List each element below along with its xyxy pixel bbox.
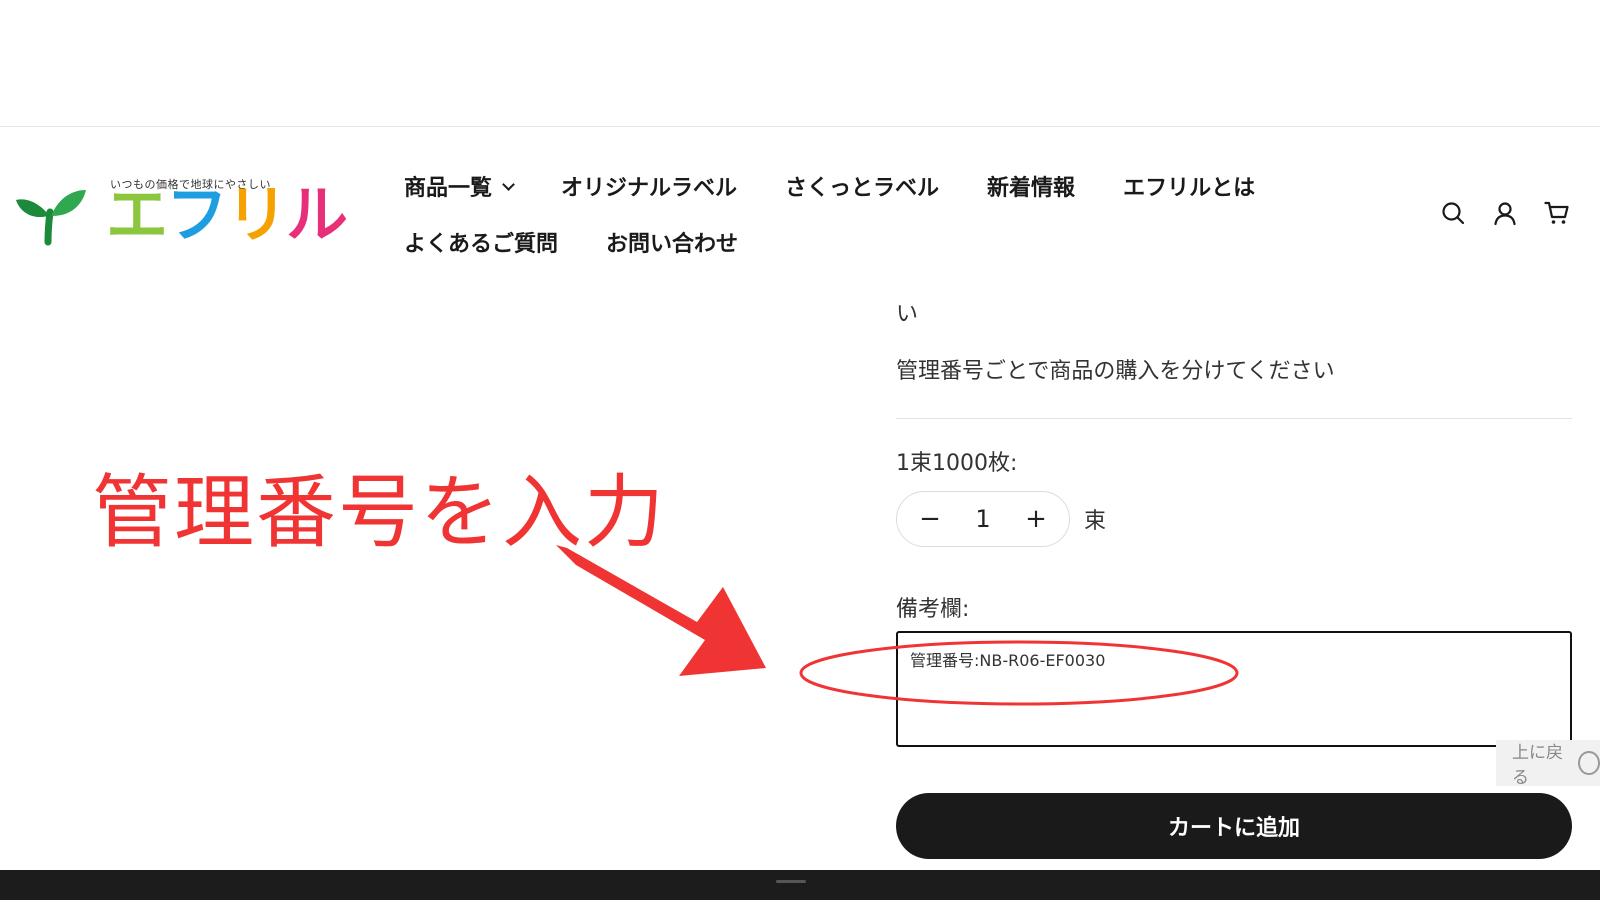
nav-row-2: よくあるご質問 お問い合わせ [404, 218, 1304, 266]
header-icons [1440, 200, 1570, 226]
annotation-text: 管理番号を入力 [92, 466, 666, 559]
annotation-arrow [556, 545, 766, 676]
quantity-increase-button[interactable]: + [1021, 504, 1051, 534]
nav-item-news[interactable]: 新着情報 [987, 170, 1075, 202]
product-purchase-panel: い 管理番号ごとで商品の購入を分けてください 1束1000枚: − 1 + 束 … [896, 296, 1572, 859]
memo-label: 備考欄: [896, 597, 970, 622]
quantity-label: 1束1000枚: [896, 451, 1018, 476]
nav-item-original-label[interactable]: オリジナルラベル [561, 170, 737, 202]
quantity-unit: 束 [1084, 509, 1107, 534]
logo-wordmark: エフリル [106, 178, 348, 252]
nav-item-products-label: 商品一覧 [404, 176, 493, 201]
description-fragment: い [896, 302, 919, 327]
main-nav: 商品一覧 オリジナルラベル さくっとラベル 新着情報 エフリルとは よくあるご質… [404, 162, 1304, 266]
search-icon[interactable] [1440, 200, 1466, 226]
header-top-divider [0, 126, 1600, 127]
sprout-icon [16, 190, 86, 246]
logo-char-fu: フ [166, 178, 228, 251]
chevron-down-icon [502, 177, 515, 191]
logo-char-ru: ル [286, 178, 348, 251]
nav-item-faq[interactable]: よくあるご質問 [404, 226, 558, 258]
logo-char-ri: リ [226, 178, 288, 251]
quantity-stepper: − 1 + [896, 491, 1070, 547]
quantity-input[interactable]: 1 [963, 505, 1003, 533]
cart-icon[interactable] [1544, 200, 1570, 226]
back-to-top-icon [1578, 751, 1600, 775]
purchase-notice: 管理番号ごとで商品の購入を分けてください [896, 359, 1335, 384]
logo-char-e: エ [106, 178, 168, 251]
product-page: いつもの価格で地球にやさしい エフリル 商品一覧 オリジナルラベル さくっとラベ… [0, 0, 1600, 900]
nav-item-contact[interactable]: お問い合わせ [606, 226, 738, 258]
account-icon[interactable] [1492, 200, 1518, 226]
bottom-bar [0, 870, 1600, 900]
nav-row-1: 商品一覧 オリジナルラベル さくっとラベル 新着情報 エフリルとは [404, 162, 1304, 210]
site-logo[interactable]: いつもの価格で地球にやさしい エフリル [14, 174, 364, 252]
nav-item-quick-label[interactable]: さくっとラベル [785, 170, 939, 202]
nav-item-about[interactable]: エフリルとは [1123, 170, 1255, 202]
back-to-top-label: 上に戻る [1512, 743, 1563, 788]
section-divider [896, 418, 1572, 419]
back-to-top-button[interactable]: 上に戻る [1496, 740, 1600, 788]
quantity-decrease-button[interactable]: − [915, 504, 945, 534]
quantity-row: − 1 + 束 [896, 491, 1572, 547]
nav-item-products[interactable]: 商品一覧 [404, 170, 515, 202]
add-to-cart-button[interactable]: カートに追加 [896, 793, 1572, 859]
bottom-bar-handle [776, 880, 806, 883]
memo-textarea[interactable]: 管理番号:NB-R06-EF0030 [896, 631, 1572, 747]
